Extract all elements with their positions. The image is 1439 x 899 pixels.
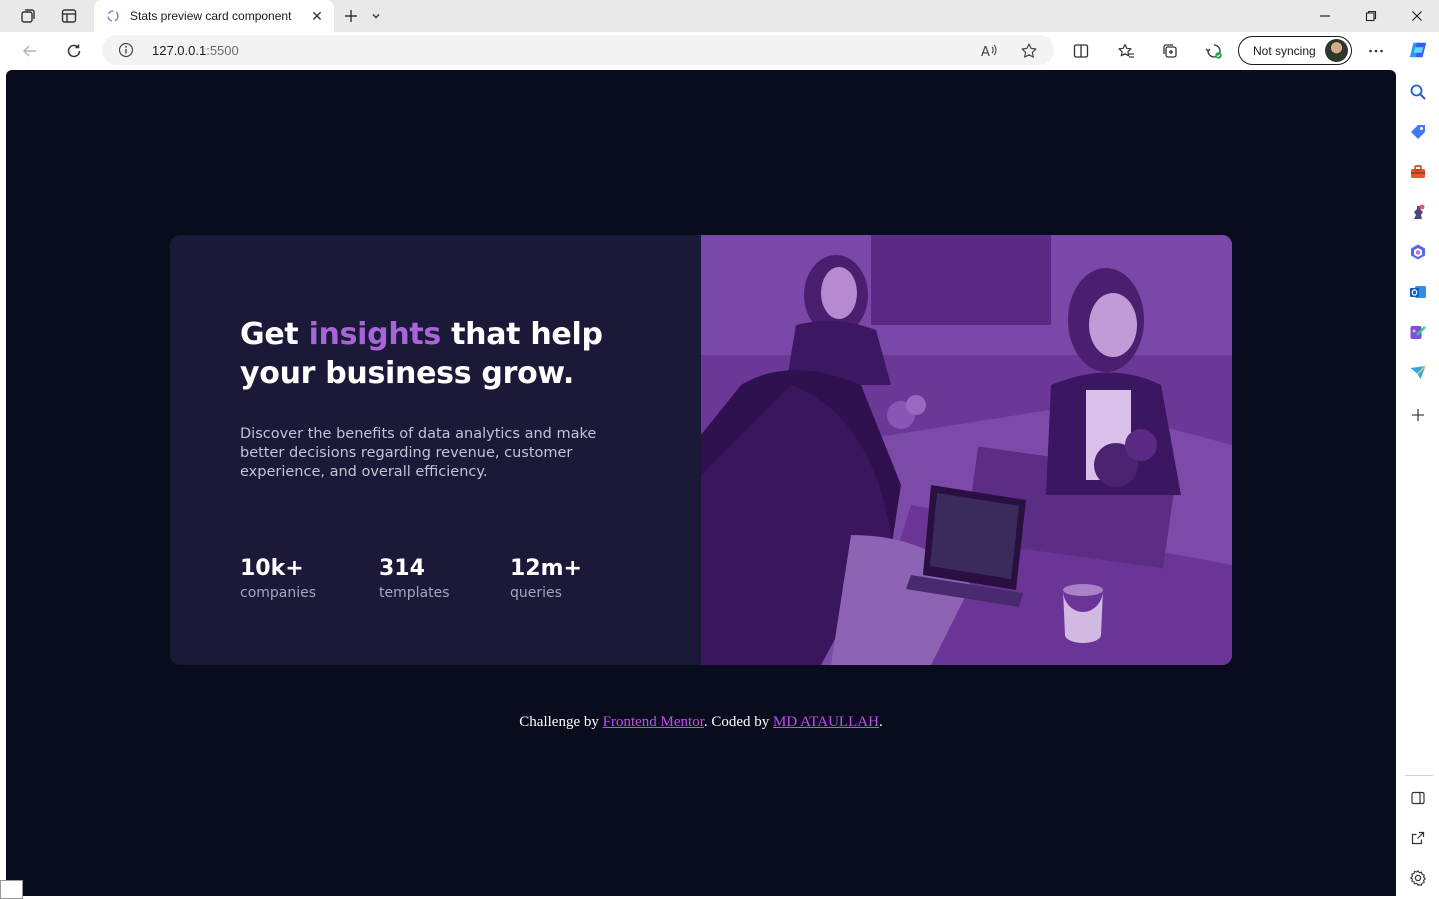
stat-templates: 314 templates bbox=[379, 555, 450, 603]
attribution: Challenge by Frontend Mentor. Coded by M… bbox=[6, 714, 1396, 731]
frontend-mentor-link[interactable]: Frontend Mentor bbox=[603, 714, 704, 730]
more-icon[interactable] bbox=[1365, 40, 1387, 62]
hide-sidebar-icon[interactable] bbox=[1408, 788, 1428, 808]
add-icon[interactable] bbox=[1408, 405, 1428, 425]
minimize-icon[interactable] bbox=[1305, 4, 1345, 28]
svg-text:A: A bbox=[981, 45, 990, 60]
card-header-image bbox=[701, 235, 1232, 665]
external-link-icon[interactable] bbox=[1408, 828, 1428, 848]
card-text: Get insights that help your business gro… bbox=[240, 315, 620, 482]
tab-close-icon[interactable]: ✕ bbox=[308, 7, 326, 25]
stat-label: companies bbox=[240, 585, 317, 601]
stat-value: 314 bbox=[379, 556, 425, 581]
tab-title: Stats preview card component bbox=[130, 9, 292, 23]
sync-label: Not syncing bbox=[1253, 44, 1316, 58]
back-icon[interactable] bbox=[16, 37, 44, 65]
tab-list-chevron-icon[interactable] bbox=[362, 4, 390, 28]
attribution-prefix: Challenge by bbox=[519, 714, 603, 730]
stat-value: 12m+ bbox=[510, 556, 582, 581]
split-screen-icon[interactable] bbox=[1070, 40, 1092, 62]
favorites-icon[interactable] bbox=[1115, 40, 1137, 62]
search-icon[interactable] bbox=[1408, 82, 1428, 102]
outlook-icon[interactable] bbox=[1408, 282, 1428, 302]
attribution-middle: . Coded by bbox=[703, 714, 774, 730]
url-port: :5500 bbox=[206, 43, 239, 58]
avatar bbox=[1325, 39, 1348, 62]
refresh-icon[interactable] bbox=[60, 37, 88, 65]
browser-toolbar: 127.0.0.1:5500 A Not syncing bbox=[0, 32, 1439, 70]
browser-essentials-icon[interactable] bbox=[1203, 40, 1225, 62]
restore-icon[interactable] bbox=[1351, 4, 1391, 28]
headline: Get insights that help your business gro… bbox=[240, 315, 620, 393]
collections-icon[interactable] bbox=[1159, 40, 1181, 62]
browser-tab[interactable]: Stats preview card component ✕ bbox=[94, 0, 334, 32]
read-aloud-icon[interactable]: A bbox=[978, 40, 1000, 62]
favorite-star-icon[interactable] bbox=[1018, 40, 1040, 62]
stat-label: templates bbox=[379, 585, 450, 601]
card-description: Discover the benefits of data analytics … bbox=[240, 426, 597, 480]
microsoft-365-icon[interactable] bbox=[1408, 242, 1428, 262]
url-host: 127.0.0.1 bbox=[152, 43, 207, 58]
workspaces-icon[interactable] bbox=[13, 4, 43, 28]
games-icon[interactable] bbox=[1408, 202, 1428, 222]
browser-sidebar bbox=[1397, 42, 1439, 899]
sync-button[interactable]: Not syncing bbox=[1238, 36, 1352, 65]
url-text[interactable]: 127.0.0.1:5500 bbox=[152, 43, 239, 58]
title-bar: Stats preview card component ✕ bbox=[0, 0, 1439, 32]
copilot-icon[interactable] bbox=[1408, 40, 1428, 60]
address-bar[interactable]: 127.0.0.1:5500 A bbox=[102, 35, 1054, 65]
page-viewport: Get insights that help your business gro… bbox=[6, 70, 1396, 896]
settings-icon[interactable] bbox=[1408, 868, 1428, 888]
tab-favicon-icon bbox=[106, 9, 120, 23]
attribution-suffix: . bbox=[878, 714, 883, 730]
designer-icon[interactable] bbox=[1408, 322, 1428, 342]
site-info-icon[interactable] bbox=[118, 42, 134, 58]
stats-preview-card: Get insights that help your business gro… bbox=[170, 235, 1232, 665]
tools-icon[interactable] bbox=[1408, 162, 1428, 182]
stat-label: queries bbox=[510, 585, 562, 601]
author-link[interactable]: MD ATAULLAH bbox=[773, 714, 879, 730]
shopping-icon[interactable] bbox=[1408, 122, 1428, 142]
tab-actions-icon[interactable] bbox=[54, 4, 84, 28]
stat-companies: 10k+ companies bbox=[240, 555, 316, 603]
office-photo-illustration bbox=[701, 235, 1232, 665]
close-window-icon[interactable] bbox=[1397, 4, 1437, 28]
corner-widget bbox=[0, 880, 23, 899]
headline-accent: insights bbox=[308, 317, 442, 352]
stat-value: 10k+ bbox=[240, 556, 304, 581]
stat-queries: 12m+ queries bbox=[510, 555, 582, 603]
send-icon[interactable] bbox=[1408, 362, 1428, 382]
headline-start: Get bbox=[240, 317, 309, 352]
sidebar-divider bbox=[1405, 775, 1433, 776]
